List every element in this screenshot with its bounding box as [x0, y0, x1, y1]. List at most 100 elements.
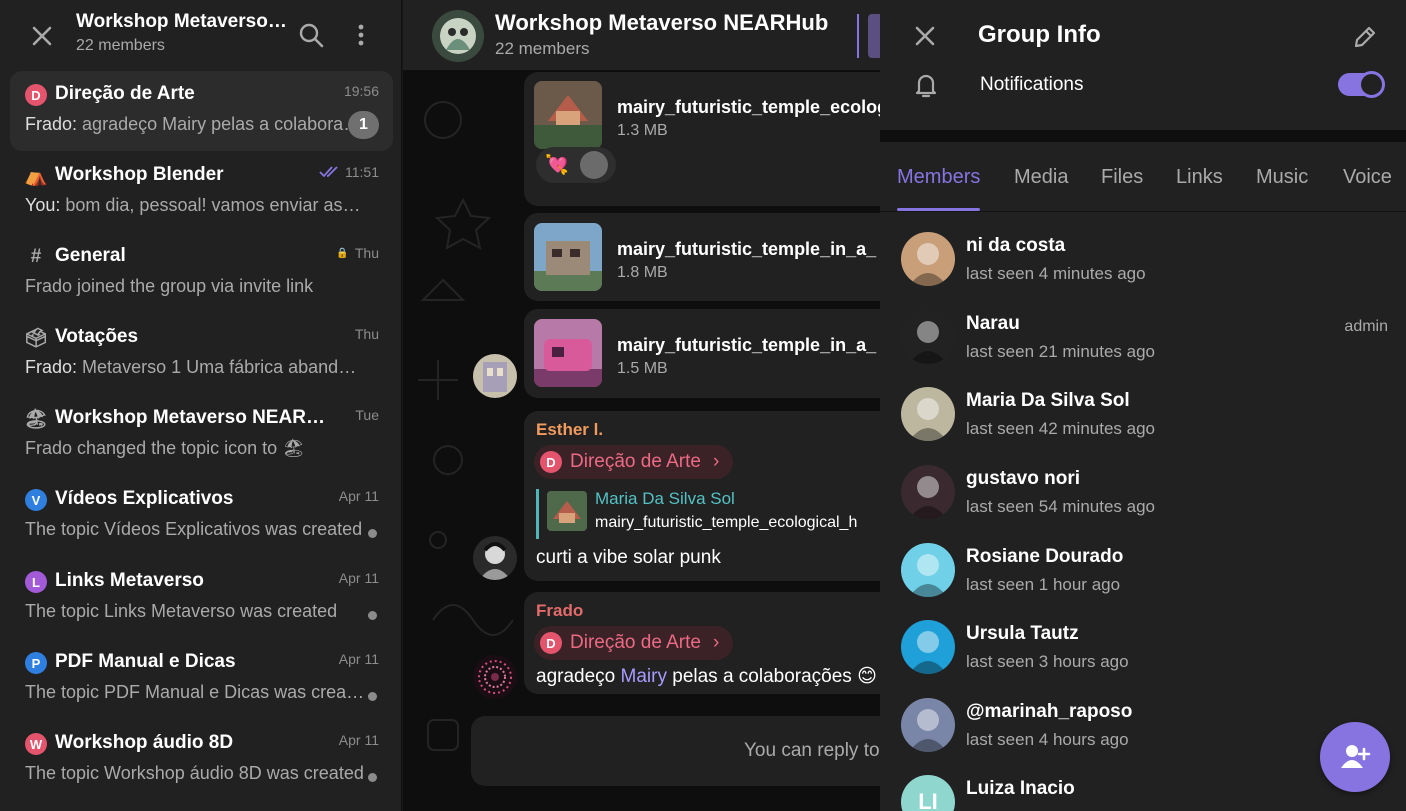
- chevron-right-icon: ›: [712, 632, 720, 653]
- file-attachment[interactable]: mairy_futuristic_temple_ecological 1.3 M…: [534, 81, 880, 151]
- user-mention[interactable]: Mairy: [621, 666, 667, 687]
- topic-last-message: Frado joined the group via invite link: [25, 276, 365, 297]
- sender-avatar[interactable]: [473, 655, 517, 699]
- member-name: Narau: [966, 313, 1020, 334]
- member-item[interactable]: gustavo nori last seen 54 minutes ago: [880, 457, 1406, 533]
- topic-time-value: Thu: [354, 245, 379, 261]
- topic-item[interactable]: 🗳 Votações Thu Frado: Metaverso 1 Uma fábri…: [10, 314, 393, 394]
- member-name: Maria Da Silva Sol: [966, 390, 1130, 411]
- topic-item[interactable]: P PDF Manual e Dicas Apr 11 The topic PDF M…: [10, 639, 393, 719]
- heart-reaction-icon[interactable]: 💘: [545, 153, 569, 177]
- file-message: mairy_futuristic_temple_ecological 1.3 M…: [524, 72, 880, 206]
- member-item[interactable]: ni da costa last seen 4 minutes ago: [880, 224, 1406, 300]
- topic-emoji-icon: 🗳: [23, 328, 49, 349]
- text-message: Frado D Direção de Arte › agradeço Mairy…: [524, 592, 880, 694]
- reply-quote[interactable]: Maria Da Silva Sol mairy_futuristic_temp…: [536, 489, 880, 539]
- tab-voice[interactable]: Voice: [1343, 166, 1392, 189]
- topic-last-message: The topic Links Metaverso was created: [25, 601, 365, 622]
- member-avatar[interactable]: LI: [901, 775, 955, 811]
- tab-members[interactable]: Members: [897, 166, 981, 211]
- tab-files[interactable]: Files: [1101, 166, 1143, 189]
- topic-item[interactable]: W Workshop áudio 8D Apr 11 The topic Worksh…: [10, 720, 393, 800]
- reactions[interactable]: 💘: [536, 147, 616, 183]
- topic-name: Votações: [55, 326, 139, 347]
- message-text: agradeço Mairy pelas a colaborações 😊: [536, 665, 877, 688]
- close-icon[interactable]: [909, 20, 941, 52]
- text-message: Esther l. D Direção de Arte › Maria Da S…: [524, 411, 880, 581]
- tab-music[interactable]: Music: [1256, 166, 1308, 189]
- chat-member-count: 22 members: [495, 39, 590, 58]
- member-item[interactable]: Rosiane Dourado last seen 1 hour ago: [880, 535, 1406, 611]
- bell-icon: [915, 74, 937, 98]
- close-icon[interactable]: [24, 18, 60, 54]
- sender-avatar[interactable]: [473, 536, 517, 580]
- file-attachment[interactable]: mairy_futuristic_temple_in_a_ 1.8 MB: [534, 223, 880, 293]
- last-message-sender: Frado: [25, 357, 73, 377]
- topic-name: Vídeos Explicativos: [55, 488, 234, 509]
- member-avatar[interactable]: [901, 698, 955, 752]
- more-vertical-icon[interactable]: [346, 20, 376, 50]
- topic-last-message: Frado: agradeço Mairy pelas a colaboraçõ…: [25, 114, 365, 135]
- member-last-seen: last seen 4 minutes ago: [966, 264, 1146, 283]
- message-topic-chip[interactable]: D Direção de Arte ›: [534, 445, 734, 479]
- file-thumbnail[interactable]: [534, 223, 602, 291]
- topic-item[interactable]: V Vídeos Explicativos Apr 11 The topic Víde…: [10, 476, 393, 556]
- last-message-text: bom dia, pessoal! vamos enviar as imagen…: [65, 195, 365, 215]
- group-avatar[interactable]: [432, 10, 484, 62]
- message-sender[interactable]: Esther l.: [536, 420, 603, 440]
- topic-last-message: Frado: Metaverso 1 Uma fábrica abandonad…: [25, 357, 365, 378]
- member-avatar[interactable]: [901, 465, 955, 519]
- tab-links[interactable]: Links: [1176, 166, 1223, 189]
- topic-name: Links Metaverso: [55, 570, 204, 591]
- topic-item[interactable]: L Links Metaverso Apr 11 The topic Links Me…: [10, 558, 393, 638]
- topic-letter-icon: D: [540, 451, 562, 473]
- member-item[interactable]: Narau last seen 21 minutes ago admin: [880, 302, 1406, 378]
- pencil-icon[interactable]: [1350, 22, 1380, 52]
- topic-time-value: Apr 11: [338, 651, 379, 667]
- avatar-photo: [909, 554, 947, 597]
- unread-badge: 1: [348, 111, 379, 139]
- member-avatar[interactable]: [901, 232, 955, 286]
- topic-item[interactable]: # General 🔒 Thu Frado joined the group via i…: [10, 233, 393, 313]
- unread-dot: [368, 773, 377, 782]
- add-member-button[interactable]: [1320, 722, 1390, 792]
- file-name: mairy_futuristic_temple_in_a_: [617, 335, 877, 355]
- last-message-text: The topic Vídeos Explicativos was create…: [25, 519, 363, 539]
- member-avatar[interactable]: [901, 620, 955, 674]
- search-icon[interactable]: [296, 20, 326, 50]
- member-avatar[interactable]: [901, 387, 955, 441]
- tab-media[interactable]: Media: [1014, 166, 1068, 189]
- message-sender[interactable]: Frado: [536, 601, 583, 621]
- member-avatar[interactable]: [901, 310, 955, 364]
- unread-dot: [368, 529, 377, 538]
- sender-avatar[interactable]: [473, 354, 517, 398]
- last-message-sender: Frado: [25, 114, 73, 134]
- file-thumbnail[interactable]: [534, 81, 602, 149]
- member-item[interactable]: Maria Da Silva Sol last seen 42 minutes a…: [880, 379, 1406, 455]
- colon-separator: :: [72, 357, 83, 377]
- chat-header[interactable]: Workshop Metaverso NEARHub 22 members: [403, 0, 880, 70]
- topic-item[interactable]: 🏖 Workshop Metaverso NEARHub Tue Frado chan…: [10, 395, 393, 475]
- member-avatar[interactable]: [901, 543, 955, 597]
- topic-item[interactable]: ⛺ Workshop Blender 11:51 You: bom dia, pess…: [10, 152, 393, 232]
- double-check-icon: [319, 166, 338, 178]
- file-thumbnail[interactable]: [534, 319, 602, 387]
- file-attachment[interactable]: mairy_futuristic_temple_in_a_ 1.5 MB: [534, 319, 880, 389]
- file-size: 1.5 MB: [617, 360, 668, 377]
- member-item[interactable]: Ursula Tautz last seen 3 hours ago: [880, 612, 1406, 688]
- avatar-photo: [909, 243, 947, 286]
- member-name: gustavo nori: [966, 468, 1081, 489]
- member-name: @marinah_raposo: [966, 701, 1133, 722]
- message-text-after: pelas a colaborações 😊: [666, 666, 877, 687]
- topic-letter-icon: V: [25, 489, 47, 511]
- topic-time-value: Apr 11: [338, 570, 379, 586]
- file-size: 1.8 MB: [617, 264, 668, 281]
- message-topic-chip[interactable]: D Direção de Arte ›: [534, 626, 734, 660]
- pinned-message-thumbnail[interactable]: [868, 14, 880, 58]
- topic-name: PDF Manual e Dicas: [55, 651, 236, 672]
- topic-item[interactable]: D Direção de Arte 19:56 Frado: agradeço Mai…: [10, 71, 393, 151]
- topic-letter-icon: W: [25, 733, 47, 755]
- notifications-toggle[interactable]: [1338, 71, 1385, 98]
- topic-time: Thu: [355, 326, 379, 342]
- member-last-seen: last seen 4 hours ago: [966, 730, 1129, 749]
